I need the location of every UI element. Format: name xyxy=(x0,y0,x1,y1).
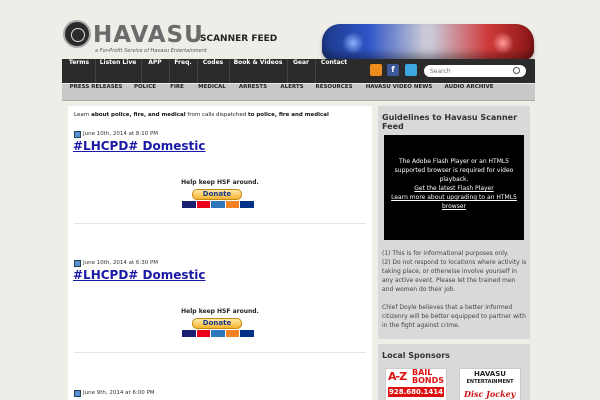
subnav-police[interactable]: POLICE xyxy=(128,84,162,101)
nav-contact[interactable]: Contact xyxy=(316,59,352,83)
category-navigation: PRESS RELEASES POLICE FIRE MEDICAL ARRES… xyxy=(62,84,535,101)
donation-prompt: Help keep HSF around. xyxy=(181,179,259,186)
nav-book-videos[interactable]: Book & Videos xyxy=(230,59,286,83)
payment-cards-icon xyxy=(182,330,254,337)
nav-app[interactable]: APP xyxy=(142,59,168,83)
subnav-press-releases[interactable]: PRESS RELEASES xyxy=(64,84,128,101)
police-lightbar-image xyxy=(322,24,534,60)
donation-prompt: Help keep HSF around. xyxy=(181,308,259,315)
calendar-icon xyxy=(74,260,81,267)
site-tagline: a For-Profit Service of Havasu Entertain… xyxy=(95,48,207,54)
post-title-link[interactable]: #LHCPD# Domestic xyxy=(73,268,206,282)
intro-text: Learn about police, fire, and medical fr… xyxy=(74,112,329,118)
subnav-audio-archive[interactable]: AUDIO ARCHIVE xyxy=(440,84,498,101)
main-content: Learn about police, fire, and medical fr… xyxy=(68,106,372,400)
guidelines-heading: Guidelines to Havasu Scanner Feed xyxy=(382,113,518,131)
post-divider xyxy=(74,352,366,353)
site-subtitle: SCANNER FEED xyxy=(200,34,278,44)
twitter-icon[interactable] xyxy=(405,64,417,76)
guidelines-text: (1) This is for informational purposes o… xyxy=(382,250,527,329)
subnav-fire[interactable]: FIRE xyxy=(162,84,192,101)
rss-icon[interactable] xyxy=(370,64,382,76)
subnav-alerts[interactable]: ALERTS xyxy=(274,84,310,101)
search-icon[interactable] xyxy=(513,67,520,74)
subnav-arrests[interactable]: ARRESTS xyxy=(232,84,274,101)
calendar-icon xyxy=(74,131,81,138)
video-player[interactable]: The Adobe Flash Player or an HTML5 suppo… xyxy=(384,135,524,240)
video-message: The Adobe Flash Player or an HTML5 suppo… xyxy=(394,158,514,183)
subnav-havasu-video-news[interactable]: HAVASU VIDEO NEWS xyxy=(358,84,440,101)
calendar-icon xyxy=(74,390,81,397)
site-logo[interactable]: HAVASU xyxy=(93,22,204,48)
subnav-resources[interactable]: RESOURCES xyxy=(310,84,358,101)
post-title-link[interactable]: #LHCPD# Domestic xyxy=(73,139,206,153)
post-date: June 9th, 2014 at 6:00 PM xyxy=(83,390,155,396)
search-input[interactable] xyxy=(424,65,526,77)
html5-browser-link[interactable]: Learn more about upgrading to an HTML5 b… xyxy=(390,193,518,211)
sponsor-az-bail-bonds[interactable]: A-Z BAIL BONDS 928.680.1414 xyxy=(385,368,447,400)
top-navigation: Terms Listen Live APP Freq. Codes Book &… xyxy=(62,59,535,83)
donate-button[interactable]: Donate xyxy=(192,318,242,329)
post-date: June 10th, 2014 at 6:30 PM xyxy=(83,260,159,266)
sponsors-heading: Local Sponsors xyxy=(382,351,450,360)
payment-cards-icon xyxy=(182,201,254,208)
subnav-medical[interactable]: MEDICAL xyxy=(192,84,232,101)
flash-player-link[interactable]: Get the latest Flash Player xyxy=(390,184,518,193)
nav-codes[interactable]: Codes xyxy=(198,59,228,83)
donate-button[interactable]: Donate xyxy=(192,189,242,200)
seal-logo-icon[interactable] xyxy=(63,20,91,48)
nav-listen-live[interactable]: Listen Live xyxy=(96,59,140,83)
nav-gear[interactable]: Gear xyxy=(288,59,314,83)
sponsor-havasu-entertainment[interactable]: HAVASU ENTERTAINMENT Disc Jockey xyxy=(459,368,521,400)
nav-terms[interactable]: Terms xyxy=(64,59,94,83)
post-date: June 10th, 2014 at 8:10 PM xyxy=(83,131,159,137)
facebook-icon[interactable]: f xyxy=(387,64,399,76)
nav-freq[interactable]: Freq. xyxy=(170,59,196,83)
post-divider xyxy=(74,223,366,224)
